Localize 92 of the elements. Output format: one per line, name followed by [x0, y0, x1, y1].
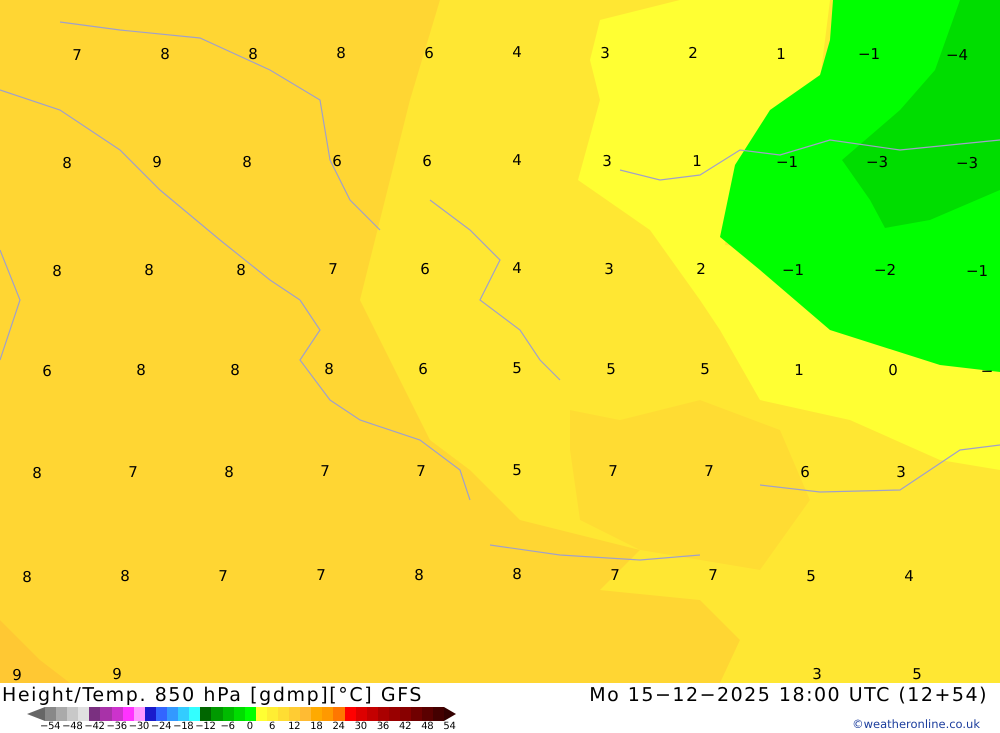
temperature-label: 2 [688, 44, 698, 62]
temperature-label: −1 [782, 260, 804, 279]
colorbar-tick-label: 48 [420, 721, 434, 733]
temperature-label: 8 [336, 44, 346, 62]
temperature-label: 6 [418, 360, 428, 378]
temperature-label: 8 [52, 262, 62, 280]
temperature-label: 9 [112, 665, 122, 683]
temperature-label: 4 [512, 43, 522, 61]
temperature-label: 9 [12, 666, 22, 683]
colorbar-tick-label: 54 [442, 721, 457, 733]
temperature-label: 7 [328, 260, 338, 278]
temperature-label: 4 [512, 259, 522, 277]
colorbar-tick-label: 0 [246, 721, 254, 733]
temperature-label: 6 [332, 152, 342, 170]
colorbar-tick-label: −54 [39, 721, 62, 733]
temperature-label: 4 [904, 567, 914, 586]
colorbar-tick-label: −36 [106, 721, 128, 733]
temperature-label: 5 [606, 360, 616, 378]
temperature-label: 7 [610, 566, 620, 584]
colorbar-tick-label: 30 [354, 721, 368, 733]
temperature-label: 3 [812, 664, 822, 683]
temperature-label: 7 [72, 46, 82, 64]
temperature-label: −4 [946, 46, 968, 64]
temperature-label: 7 [704, 462, 714, 480]
temperature-label: 5 [806, 566, 816, 585]
temperature-label: 8 [62, 154, 72, 172]
temperature-label: 8 [242, 152, 252, 171]
temperature-label: −3 [956, 154, 978, 172]
temperature-label: 8 [230, 360, 240, 379]
temperature-label: 7 [320, 462, 330, 480]
temperature-label: 3 [604, 260, 614, 278]
temperature-label: 6 [422, 152, 432, 170]
temperature-label: 3 [602, 152, 612, 170]
temperature-label: 8 [414, 566, 424, 584]
temperature-label: 8 [144, 261, 154, 280]
temperature-label: 3 [896, 463, 906, 482]
temperature-label: 5 [700, 360, 710, 378]
temperature-label: 7 [316, 566, 326, 584]
temperature-label: 7 [218, 566, 228, 585]
colorbar-tick-label: −24 [150, 721, 172, 733]
colorbar-tick-label: −48 [61, 721, 84, 733]
temperature-label: 7 [608, 462, 618, 480]
valid-time: Mo 15−12−2025 18:00 UTC (12+54) [589, 684, 988, 706]
temperature-label: 2 [696, 260, 706, 278]
temperature-label: 0 [888, 361, 898, 380]
temperature-label: 6 [424, 44, 434, 62]
temperature-label: 8 [236, 260, 246, 279]
temperature-label: 6 [42, 362, 52, 380]
temperature-label: −3 [866, 153, 888, 172]
colorbar-tick-label: −30 [128, 721, 150, 733]
temperature-label: 9 [152, 153, 162, 172]
temperature-label: 8 [136, 361, 146, 380]
temperature-label: 8 [224, 462, 234, 481]
temperature-label: 7 [708, 566, 718, 584]
temperature-label: 8 [32, 464, 42, 482]
temperature-label: −2 [874, 261, 896, 280]
temperature-label: 8 [512, 565, 522, 583]
colorbar-tick-label: −12 [194, 721, 216, 733]
temperature-label: 3 [600, 44, 610, 62]
temperature-label: − [980, 362, 994, 380]
temperature-label: 5 [912, 665, 922, 683]
colorbar-tick-label: −6 [220, 721, 236, 733]
temperature-label: 5 [512, 359, 522, 377]
colorbar-tick-label: 18 [309, 721, 324, 733]
temperature-label: 7 [416, 462, 426, 480]
temperature-label: 1 [794, 360, 804, 379]
colorbar-tick-label: −18 [172, 721, 194, 733]
temperature-label: 5 [512, 461, 522, 479]
temperature-label: 6 [800, 462, 810, 481]
colorbar-right-arrow-icon [444, 707, 456, 721]
temperature-label: −1 [858, 45, 880, 64]
colorbar-left-arrow-icon [27, 707, 45, 721]
temperature-label: 6 [420, 260, 430, 278]
temperature-label: 1 [692, 152, 702, 170]
colorbar-tick-label: −42 [83, 721, 106, 733]
colorbar-tick-label: 24 [331, 721, 346, 733]
temperature-label: −1 [966, 262, 988, 280]
colorbar-tick-label: 6 [268, 721, 276, 733]
colorbar-tick-label: 36 [376, 721, 390, 733]
temperature-label: 8 [120, 567, 130, 586]
colorbar-tick-label: 12 [287, 721, 302, 733]
copyright-link[interactable]: ©weatheronline.co.uk [852, 717, 980, 731]
temperature-label: 8 [22, 568, 32, 586]
temperature-label: 8 [160, 45, 170, 64]
temperature-label: 7 [128, 463, 138, 482]
temperature-label: 8 [324, 360, 334, 378]
temperature-label: 8 [248, 44, 258, 63]
chart-title: Height/Temp. 850 hPa [gdmp][°C] GFS [2, 684, 424, 706]
colorbar-tick-label: 42 [398, 721, 412, 733]
temperature-label: 1 [776, 44, 786, 63]
temperature-label: −1 [776, 152, 798, 171]
temperature-label: 4 [512, 151, 522, 169]
